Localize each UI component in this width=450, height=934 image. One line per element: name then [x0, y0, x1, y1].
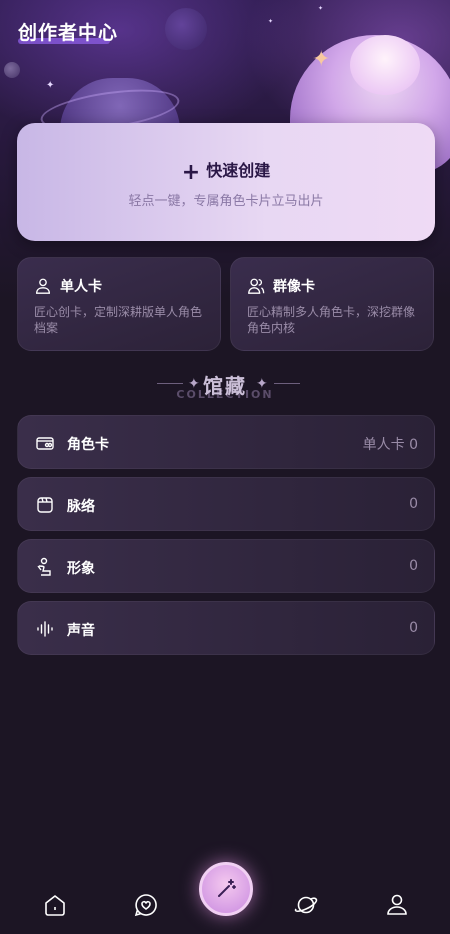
- card-title: 群像卡: [273, 279, 315, 295]
- quick-create-subtitle: 轻点一键，专属角色卡片立马出片: [128, 194, 324, 209]
- sparkle-plus-icon: +: [181, 160, 201, 185]
- row-image[interactable]: 形象 0: [17, 539, 435, 593]
- planet-decoration: [4, 62, 20, 78]
- collection-title: 馆藏: [203, 374, 247, 398]
- sparkle-icon: ✦: [268, 18, 274, 25]
- row-voice[interactable]: 声音 0: [17, 601, 435, 655]
- quick-create-title: 快速创建: [206, 161, 271, 180]
- create-fab-button[interactable]: [199, 862, 253, 916]
- card-description: 匠心创卡，定制深耕版单人角色档案: [34, 305, 203, 335]
- row-context[interactable]: 脉络 0: [17, 477, 435, 531]
- card-icon: [36, 437, 54, 450]
- row-label: 形象: [67, 561, 95, 577]
- row-character-card[interactable]: 角色卡 单人卡 0: [17, 415, 435, 469]
- card-title: 单人卡: [60, 279, 102, 295]
- magic-wand-icon: [218, 879, 236, 897]
- row-value: 0: [409, 620, 418, 636]
- row-label: 角色卡: [67, 437, 109, 453]
- quick-create-title-row: + 快速创建: [17, 157, 435, 185]
- waveform-icon: [37, 621, 53, 637]
- card-description: 匠心精制多人角色卡，深挖群像角色内核: [247, 305, 416, 335]
- home-icon[interactable]: [42, 892, 68, 918]
- quick-create-button[interactable]: + 快速创建 轻点一键，专属角色卡片立马出片: [17, 123, 435, 241]
- sparkle-icon: ✦: [318, 5, 324, 12]
- single-card-button[interactable]: 单人卡 匠心创卡，定制深耕版单人角色档案: [17, 257, 221, 351]
- planet-icon[interactable]: [293, 892, 319, 918]
- group-card-button[interactable]: 群像卡 匠心精制多人角色卡，深挖群像角色内核: [230, 257, 434, 351]
- figure-icon: [37, 557, 51, 576]
- row-value: 单人卡 0: [362, 437, 418, 453]
- profile-icon[interactable]: [384, 892, 410, 918]
- person-icon: [36, 278, 50, 294]
- book-icon: [37, 497, 53, 513]
- planet-decoration: [165, 8, 207, 50]
- star-icon: ✦: [312, 47, 331, 72]
- row-value: 0: [409, 558, 418, 574]
- row-label: 声音: [67, 623, 95, 639]
- row-value: 0: [409, 496, 418, 512]
- page-title: 创作者中心: [18, 22, 119, 44]
- group-icon: [248, 278, 265, 294]
- collection-header: ✦ ✦ COLLECTION 馆藏: [0, 368, 450, 408]
- row-label: 脉络: [67, 499, 95, 515]
- chat-icon[interactable]: [133, 892, 159, 918]
- blob-decoration: [350, 35, 420, 95]
- sparkle-icon: ✦: [46, 80, 55, 91]
